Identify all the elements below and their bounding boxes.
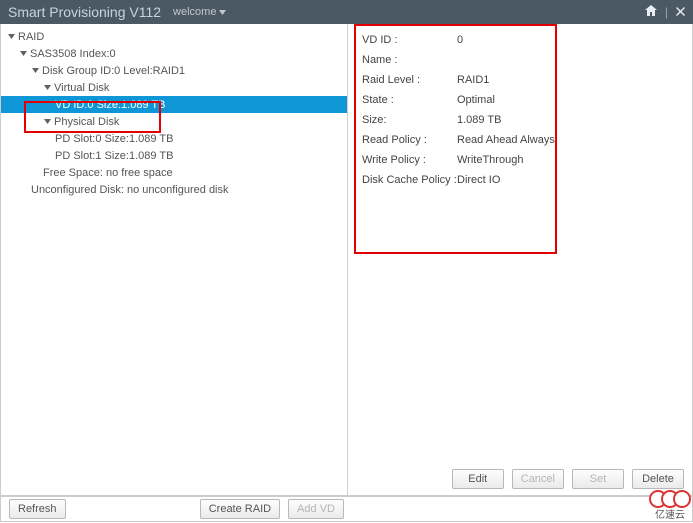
tree-freespace[interactable]: Free Space: no free space	[1, 164, 347, 181]
set-button: Set	[572, 469, 624, 489]
bottom-bar: Refresh Create RAID Add VD	[0, 496, 693, 522]
tree-label: PD Slot:1 Size:1.089 TB	[55, 150, 173, 162]
tree-label: RAID	[18, 31, 44, 43]
tree-unconfigured[interactable]: Unconfigured Disk: no unconfigured disk	[1, 181, 347, 198]
tree-label: SAS3508 Index:0	[30, 48, 116, 60]
caret-down-icon	[43, 118, 51, 126]
divider-icon: |	[665, 5, 668, 19]
button-label: Create RAID	[209, 503, 271, 515]
tree-label: Physical Disk	[54, 116, 119, 128]
close-icon[interactable]	[676, 5, 685, 19]
create-raid-button[interactable]: Create RAID	[200, 499, 280, 519]
button-label: Set	[590, 473, 607, 485]
detail-state: State :Optimal	[362, 90, 678, 110]
add-vd-button: Add VD	[288, 499, 344, 519]
title-bar: Smart Provisioning V112 welcome |	[0, 0, 693, 24]
detail-readpolicy: Read Policy :Read Ahead Always	[362, 130, 678, 150]
tree-pd1[interactable]: PD Slot:1 Size:1.089 TB	[1, 147, 347, 164]
detail-value: Read Ahead Always	[457, 134, 555, 146]
tree-virtualdisk-item[interactable]: VD ID:0 Size:1.089 TB	[1, 96, 347, 113]
detail-value: WriteThrough	[457, 154, 523, 166]
main-panel: RAID SAS3508 Index:0 Disk Group ID:0 Lev…	[0, 24, 693, 496]
detail-value: Optimal	[457, 94, 495, 106]
caret-down-icon	[43, 84, 51, 92]
tree-diskgroup[interactable]: Disk Group ID:0 Level:RAID1	[1, 62, 347, 79]
detail-size: Size:1.089 TB	[362, 110, 678, 130]
tree-root-raid[interactable]: RAID	[1, 28, 347, 45]
refresh-button[interactable]: Refresh	[9, 499, 66, 519]
tree-label: Virtual Disk	[54, 82, 109, 94]
caret-down-icon	[31, 67, 39, 75]
watermark: 亿速云	[649, 490, 691, 521]
home-icon[interactable]	[645, 5, 657, 19]
details-panel: VD ID :0 Name : Raid Level :RAID1 State …	[348, 24, 692, 495]
detail-label: Write Policy :	[362, 154, 457, 166]
detail-label: Size:	[362, 114, 457, 126]
edit-button[interactable]: Edit	[452, 469, 504, 489]
tree-label: Unconfigured Disk: no unconfigured disk	[31, 184, 229, 196]
button-label: Edit	[468, 473, 487, 485]
detail-raidlevel: Raid Level :RAID1	[362, 70, 678, 90]
detail-label: Name :	[362, 54, 457, 66]
tree-controller[interactable]: SAS3508 Index:0	[1, 45, 347, 62]
tree-label: Free Space: no free space	[43, 167, 173, 179]
detail-label: State :	[362, 94, 457, 106]
tree-panel: RAID SAS3508 Index:0 Disk Group ID:0 Lev…	[1, 24, 348, 495]
tree-label: VD ID:0 Size:1.089 TB	[55, 99, 165, 111]
chevron-down-icon	[219, 6, 226, 18]
button-label: Add VD	[297, 503, 335, 515]
detail-label: Raid Level :	[362, 74, 457, 86]
tree-virtualdisk-header[interactable]: Virtual Disk	[1, 79, 347, 96]
detail-value: RAID1	[457, 74, 489, 86]
detail-value: Direct IO	[457, 174, 500, 186]
detail-cachepolicy: Disk Cache Policy :Direct IO	[362, 170, 678, 190]
welcome-label: welcome	[173, 6, 216, 18]
caret-down-icon	[19, 50, 27, 58]
tree-pd0[interactable]: PD Slot:0 Size:1.089 TB	[1, 130, 347, 147]
detail-writepolicy: Write Policy :WriteThrough	[362, 150, 678, 170]
detail-label: Read Policy :	[362, 134, 457, 146]
button-label: Cancel	[521, 473, 555, 485]
delete-button[interactable]: Delete	[632, 469, 684, 489]
tree-label: Disk Group ID:0 Level:RAID1	[42, 65, 185, 77]
detail-vdid: VD ID :0	[362, 30, 678, 50]
tree-label: PD Slot:0 Size:1.089 TB	[55, 133, 173, 145]
detail-label: Disk Cache Policy :	[362, 174, 457, 186]
detail-label: VD ID :	[362, 34, 457, 46]
detail-name: Name :	[362, 50, 678, 70]
cancel-button: Cancel	[512, 469, 564, 489]
detail-value: 0	[457, 34, 463, 46]
app-title: Smart Provisioning V112	[8, 4, 161, 20]
watermark-text: 亿速云	[649, 506, 691, 521]
button-label: Delete	[642, 473, 674, 485]
welcome-menu[interactable]: welcome	[173, 6, 226, 18]
caret-down-icon	[7, 33, 15, 41]
detail-value: 1.089 TB	[457, 114, 501, 126]
tree-physicaldisk-header[interactable]: Physical Disk	[1, 113, 347, 130]
button-label: Refresh	[18, 503, 57, 515]
